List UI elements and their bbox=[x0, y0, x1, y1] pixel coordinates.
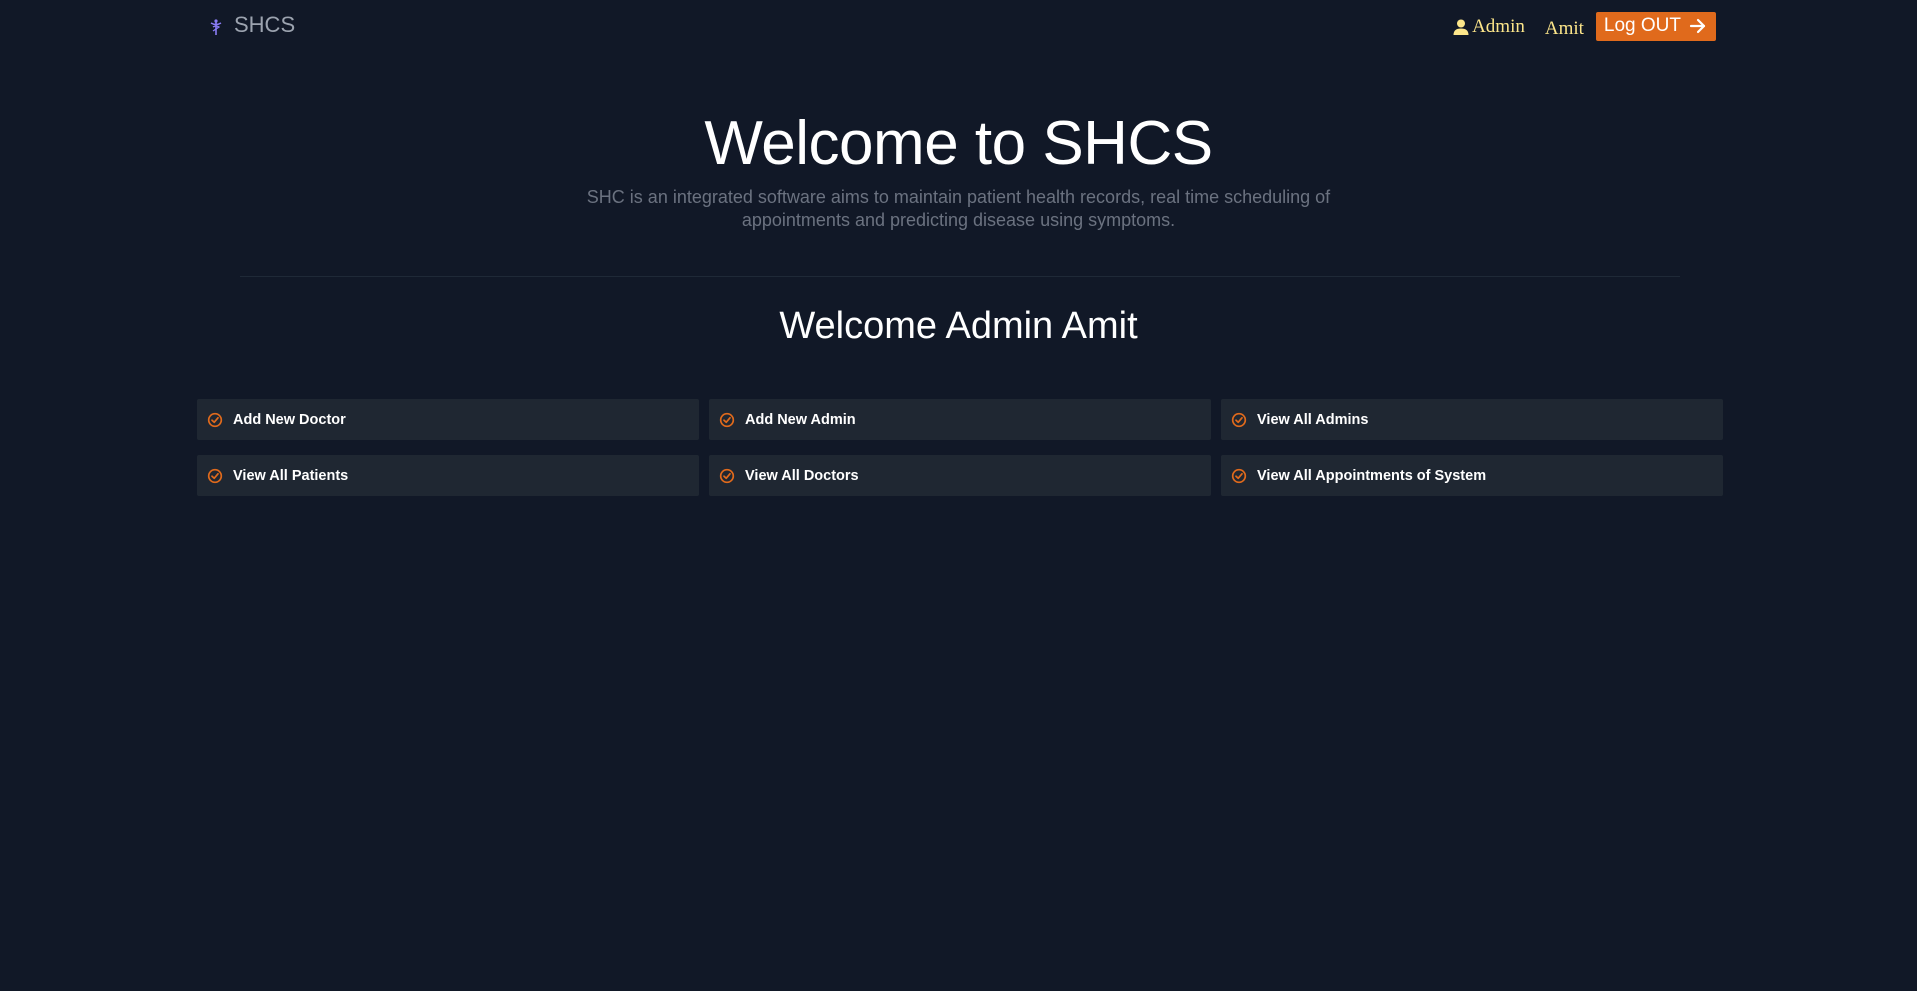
tile-label: Add New Admin bbox=[745, 411, 856, 428]
tile-label: View All Doctors bbox=[745, 467, 859, 484]
logout-label: Log OUT bbox=[1603, 15, 1681, 36]
nav-actions: Admin Amit Log OUT bbox=[1452, 12, 1716, 41]
view-all-patients-tile[interactable]: View All Patients bbox=[197, 455, 699, 496]
admin-actions-grid: Add New Doctor Add New Admin View All Ad… bbox=[197, 399, 1723, 496]
view-all-doctors-tile[interactable]: View All Doctors bbox=[709, 455, 1211, 496]
caduceus-icon bbox=[208, 16, 224, 35]
top-navbar: SHCS Admin Amit Log OUT bbox=[0, 0, 1917, 56]
role-label: Admin bbox=[1472, 15, 1525, 37]
tile-label: View All Patients bbox=[233, 467, 349, 484]
view-all-appointments-tile[interactable]: View All Appointments of System bbox=[1221, 455, 1723, 496]
tile-label: View All Appointments of System bbox=[1257, 467, 1487, 484]
check-circle-icon bbox=[1231, 468, 1247, 484]
tile-label: Add New Doctor bbox=[233, 411, 346, 428]
hero-section: Welcome to SHCS SHC is an integrated sof… bbox=[0, 104, 1917, 232]
user-icon bbox=[1452, 18, 1470, 36]
brand-name: SHCS bbox=[234, 12, 296, 37]
section-divider bbox=[240, 276, 1680, 277]
arrow-right-icon bbox=[1689, 17, 1707, 35]
page-subtitle: SHC is an integrated software aims to ma… bbox=[586, 187, 1331, 230]
tile-label: View All Admins bbox=[1257, 411, 1369, 428]
check-circle-icon bbox=[719, 468, 735, 484]
brand-link[interactable]: SHCS bbox=[208, 12, 295, 38]
check-circle-icon bbox=[1231, 412, 1247, 428]
add-new-doctor-tile[interactable]: Add New Doctor bbox=[197, 399, 699, 440]
user-name: Amit bbox=[1544, 17, 1584, 39]
view-all-admins-tile[interactable]: View All Admins bbox=[1221, 399, 1723, 440]
logout-button[interactable]: Log OUT bbox=[1595, 12, 1716, 41]
user-role: Admin bbox=[1452, 16, 1525, 38]
check-circle-icon bbox=[207, 468, 223, 484]
page-title: Welcome to SHCS bbox=[704, 109, 1213, 178]
check-circle-icon bbox=[207, 412, 223, 428]
check-circle-icon bbox=[719, 412, 735, 428]
welcome-heading: Welcome Admin Amit bbox=[779, 305, 1138, 347]
add-new-admin-tile[interactable]: Add New Admin bbox=[709, 399, 1211, 440]
